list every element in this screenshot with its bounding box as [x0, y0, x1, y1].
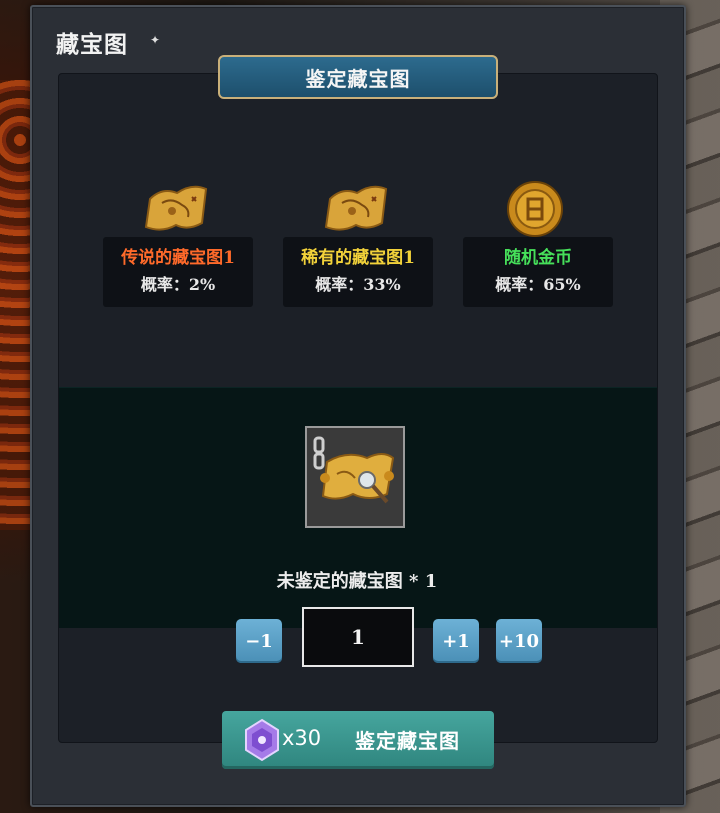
item-name: 未鉴定的藏宝图 * 1: [276, 571, 438, 592]
appraise-tab-header: 鉴定藏宝图: [218, 55, 498, 99]
gold-coin-icon: [507, 181, 563, 237]
reward-rare-map: 稀有的藏宝图1 概率：33%: [283, 237, 433, 307]
reward-legendary-map: 传说的藏宝图1 概率：2%: [103, 237, 253, 307]
quantity-input[interactable]: 1: [302, 607, 414, 667]
confirm-label: 鉴定藏宝图: [355, 729, 460, 753]
reward-probability: 概率：2%: [140, 275, 216, 294]
reward-probability: 概率：33%: [315, 275, 401, 294]
appraise-confirm-button[interactable]: x30 鉴定藏宝图: [222, 711, 494, 769]
reward-random-gold: 随机金币 概率：65%: [463, 237, 613, 307]
item-slot[interactable]: [305, 426, 405, 528]
reward-name: 随机金币: [504, 248, 572, 268]
treasure-map-icon: [144, 185, 208, 231]
reward-name: 传说的藏宝图1: [121, 248, 235, 268]
reward-name: 稀有的藏宝图1: [301, 248, 415, 268]
increment-1-button[interactable]: +1: [433, 619, 479, 663]
increment-10-button[interactable]: +10: [496, 619, 542, 663]
locked-treasure-map-icon: [313, 436, 395, 504]
decrement-1-button[interactable]: −1: [236, 619, 282, 663]
reward-probability: 概率：65%: [495, 275, 581, 294]
appraise-dialog: 藏宝图 ✦ 鉴定藏宝图 传说的藏宝图1 概率：2% 稀有的藏宝图1 概率：33%…: [30, 5, 686, 807]
sparkle-icon: ✦: [150, 33, 161, 47]
dialog-title: 藏宝图: [56, 31, 128, 58]
treasure-map-icon: [324, 185, 388, 231]
purple-gem-icon: [245, 718, 279, 762]
gem-cost: x30: [282, 726, 322, 750]
